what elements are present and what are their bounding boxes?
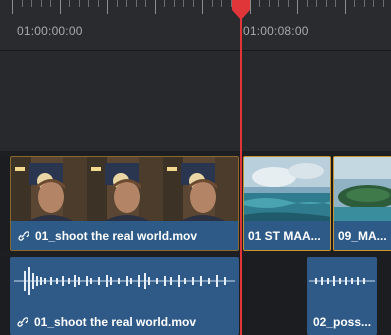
thumbnail-presenter (87, 157, 163, 223)
ruler-tick (221, 0, 222, 7)
clip-label-bar: 01_shoot the real world.mov (10, 309, 239, 335)
ruler-tick (116, 0, 118, 7)
ruler-tick (268, 0, 270, 7)
clip-label-bar: 01 ST MAA... (244, 221, 330, 250)
ruler-tick (297, 0, 298, 14)
link-icon (17, 317, 28, 327)
clip-label-bar: 01_shoot the real world.mov (11, 221, 238, 250)
ruler-tick (278, 0, 279, 7)
link-icon (18, 230, 29, 241)
ruler-tick (31, 0, 32, 7)
ruler-tick (164, 0, 165, 7)
ruler-tick (363, 0, 365, 7)
playhead-line[interactable] (240, 12, 242, 335)
timeline-ruler[interactable]: 01:00:00:00 01:00:08:00 (0, 0, 391, 51)
ruler-tick (40, 0, 42, 7)
thumbnail-presenter (163, 157, 238, 223)
playhead-handle[interactable] (232, 0, 250, 20)
thumbnail-island (334, 157, 391, 223)
clip-name: 01 ST MAA... (248, 228, 321, 243)
clip-name: 01_shoot the real world.mov (34, 315, 197, 329)
audio-clip-1[interactable]: 01_shoot the real world.mov (10, 257, 239, 335)
ruler-tick (183, 0, 184, 7)
video-clip-1[interactable]: 01_shoot the real world.mov (10, 156, 239, 251)
ruler-tick (154, 0, 156, 14)
ruler-tick (21, 0, 23, 7)
ruler-timecode-start: 01:00:00:00 (17, 24, 83, 38)
clip-name: 02_poss... (313, 315, 372, 329)
ruler-tick (192, 0, 194, 7)
video-clip-2[interactable]: 01 ST MAA... (243, 156, 331, 251)
ruler-timecode-mid: 01:00:08:00 (243, 24, 309, 38)
video-clip-3[interactable]: 09_MA... (333, 156, 391, 251)
ruler-tick (373, 0, 374, 7)
ruler-tick (211, 0, 213, 7)
ruler-tick (88, 0, 89, 7)
ruler-tick (259, 0, 260, 7)
clip-name: 01_shoot the real world.mov (35, 228, 198, 243)
ruler-tick (325, 0, 327, 7)
clip-label-bar: 02_poss... (307, 309, 377, 335)
timeline[interactable]: 01:00:00:00 01:00:08:00 01_shoot the rea… (0, 0, 391, 335)
ruler-tick (12, 0, 13, 14)
ruler-tick (335, 0, 336, 7)
audio-waveform (309, 276, 375, 286)
ruler-tick (354, 0, 355, 7)
ruler-tick (126, 0, 127, 7)
ruler-tick (306, 0, 308, 7)
audio-waveform (14, 267, 235, 295)
audio-clip-2[interactable]: 02_poss... (307, 257, 377, 335)
ruler-tick (382, 0, 384, 7)
ruler-tick (97, 0, 99, 7)
ruler-tick (202, 0, 203, 14)
ruler-tick (78, 0, 80, 7)
thumbnail-ocean (244, 157, 330, 223)
ruler-tick (50, 0, 51, 7)
ruler-tick (107, 0, 108, 14)
clip-thumbnails (244, 157, 330, 223)
ruler-tick (69, 0, 70, 7)
ruler-tick (316, 0, 317, 7)
ruler-tick (287, 0, 289, 7)
ruler-tick (59, 0, 61, 14)
empty-video-track[interactable] (0, 51, 391, 151)
ruler-tick (173, 0, 175, 7)
clip-thumbnails (11, 157, 238, 223)
ruler-tick (344, 0, 346, 14)
clip-name: 09_MA... (338, 228, 387, 243)
clip-thumbnails (334, 157, 391, 223)
thumbnail-presenter (11, 157, 87, 223)
clip-label-bar: 09_MA... (334, 221, 391, 250)
ruler-tick (145, 0, 146, 7)
ruler-tick (135, 0, 137, 7)
